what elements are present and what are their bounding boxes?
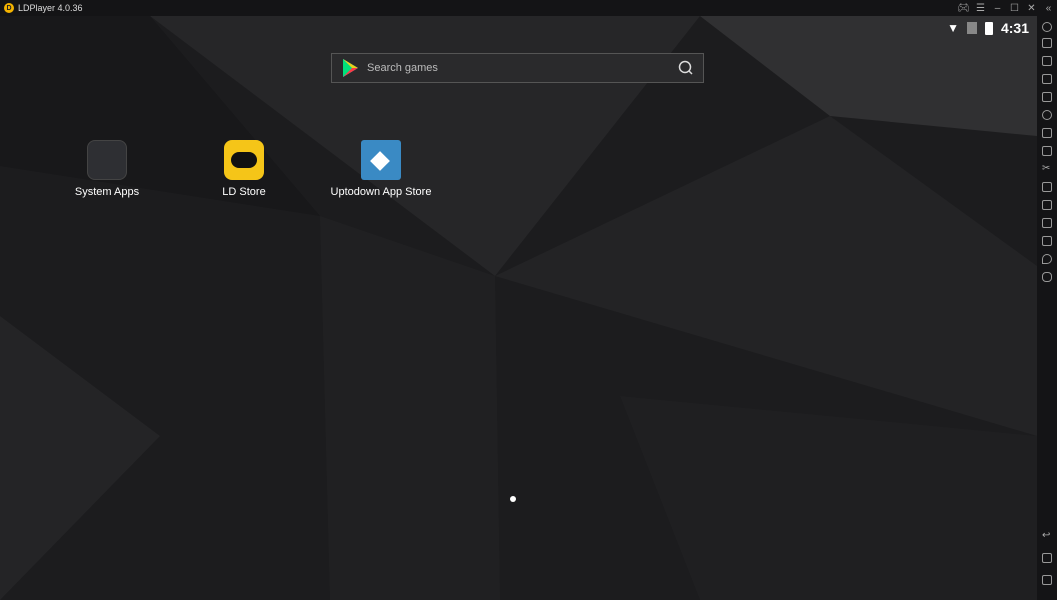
app-uptodown[interactable]: Uptodown App Store <box>321 140 441 198</box>
home-icon[interactable] <box>1042 553 1052 563</box>
android-home-screen: ▼ 4:31 Search games System Apps LD Store… <box>0 16 1037 600</box>
no-sim-icon <box>966 22 977 34</box>
volume-down-icon[interactable] <box>1042 74 1052 84</box>
app-label: LD Store <box>222 186 266 198</box>
search-icon[interactable] <box>678 60 694 76</box>
collapse-sidebar-icon[interactable]: « <box>1040 3 1057 14</box>
page-indicator <box>510 496 516 502</box>
gamepad-icon[interactable]: 🎮︎ <box>955 3 972 14</box>
settings-icon[interactable] <box>1042 22 1052 32</box>
app-system-apps[interactable]: System Apps <box>47 140 167 198</box>
window-title: LDPlayer 4.0.36 <box>18 3 83 13</box>
recent-apps-icon[interactable] <box>1042 575 1052 585</box>
shake-icon[interactable] <box>1042 218 1052 228</box>
search-placeholder: Search games <box>367 62 438 74</box>
clock: 4:31 <box>1000 20 1029 36</box>
app-ld-store[interactable]: LD Store <box>184 140 304 198</box>
video-icon[interactable] <box>1042 182 1052 192</box>
play-store-icon <box>343 59 358 77</box>
fullscreen-icon[interactable] <box>1042 92 1052 102</box>
maximize-button[interactable]: ☐ <box>1006 3 1023 14</box>
location-icon[interactable] <box>1042 254 1052 264</box>
system-apps-icon <box>87 140 127 180</box>
search-games-bar[interactable]: Search games <box>331 53 704 83</box>
add-apk-icon[interactable] <box>1042 128 1052 138</box>
close-button[interactable]: ✕ <box>1023 3 1040 14</box>
app-label: System Apps <box>74 186 140 198</box>
ldplayer-logo-icon: D <box>4 3 14 13</box>
record-icon[interactable] <box>1042 110 1052 120</box>
wifi-icon: ▼ <box>947 21 959 35</box>
android-status-bar: ▼ 4:31 <box>947 20 1029 36</box>
ld-store-gamepad-icon <box>224 140 264 180</box>
fps-icon[interactable] <box>1042 146 1052 156</box>
folder-icon[interactable] <box>1042 236 1052 246</box>
screenshot-scissors-icon[interactable]: ✂ <box>1042 164 1052 174</box>
app-label: Uptodown App Store <box>330 186 432 198</box>
right-toolbar: ✂ ↩ <box>1037 16 1057 600</box>
sync-icon[interactable] <box>1042 200 1052 210</box>
wallpaper <box>0 16 1037 600</box>
keyboard-mapping-icon[interactable] <box>1042 38 1052 48</box>
rotate-icon[interactable] <box>1042 272 1052 282</box>
battery-charging-icon <box>984 21 993 35</box>
minimize-button[interactable]: – <box>989 3 1006 14</box>
volume-up-icon[interactable] <box>1042 56 1052 66</box>
back-icon[interactable]: ↩ <box>1042 531 1052 541</box>
uptodown-bag-icon <box>361 140 401 180</box>
menu-icon[interactable]: ☰ <box>972 3 989 14</box>
title-bar: D LDPlayer 4.0.36 🎮︎ ☰ – ☐ ✕ « <box>0 0 1057 16</box>
